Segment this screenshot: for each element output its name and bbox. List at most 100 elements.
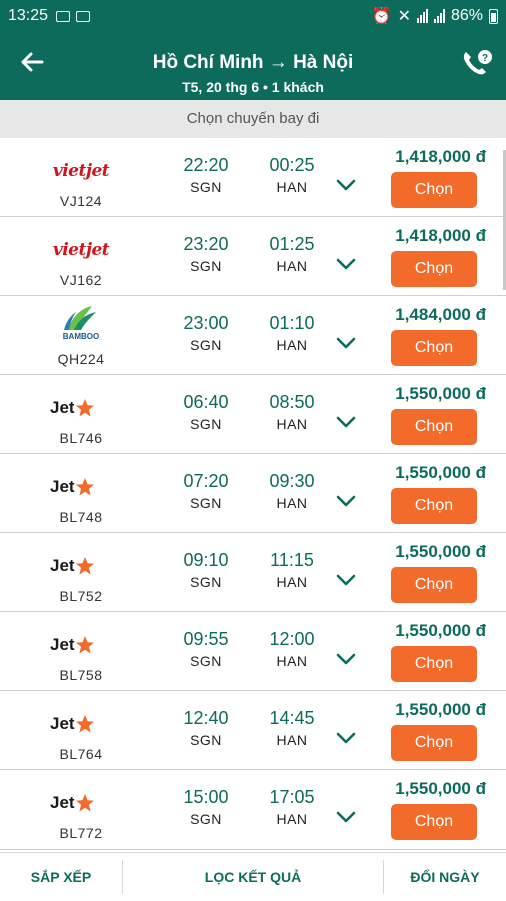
flight-row[interactable]: vietjet VJ124 22:20 SGN 00:25 HAN 1,418,000 đ C… <box>0 138 506 217</box>
filter-button[interactable]: LỌC KẾT QUẢ <box>122 860 384 894</box>
chevron-down-icon[interactable] <box>333 808 359 826</box>
jetstar-logo: Jet <box>50 551 112 581</box>
departure-airport: SGN <box>190 495 222 511</box>
jetstar-logo: Jet <box>50 393 112 423</box>
flight-row[interactable]: Jet BL758 09:55 SGN 12:00 HAN 1,550,000 đ Chọn <box>0 612 506 691</box>
flight-row[interactable]: Jet BL752 09:10 SGN 11:15 HAN 1,550,000 đ Chọn <box>0 533 506 612</box>
flight-row[interactable]: vietjet VJ162 23:20 SGN 01:25 HAN 1,418,000 đ C… <box>0 217 506 296</box>
ticket-price: 1,484,000 đ <box>395 305 486 324</box>
departure-airport: SGN <box>190 574 222 590</box>
arrival-time: 00:25 <box>269 155 315 175</box>
departure-airport: SGN <box>190 732 222 748</box>
choose-flight-button[interactable]: Chọn <box>391 251 477 287</box>
flight-code: VJ124 <box>59 193 103 209</box>
ticket-price: 1,550,000 đ <box>395 542 486 561</box>
departure-airport: SGN <box>190 653 222 669</box>
status-time: 13:25 <box>8 7 49 24</box>
ticket-price: 1,550,000 đ <box>395 779 486 798</box>
alarm-icon: ⏰ <box>371 8 392 25</box>
chevron-down-icon[interactable] <box>333 413 359 431</box>
arrival-airport: HAN <box>276 179 308 195</box>
notification-icon <box>56 10 71 22</box>
arrival-time: 14:45 <box>269 708 315 728</box>
departure-airport: SGN <box>190 416 222 432</box>
chevron-down-icon[interactable] <box>333 334 359 352</box>
departure-airport: SGN <box>190 337 222 353</box>
choose-flight-button[interactable]: Chọn <box>391 804 477 840</box>
change-date-button[interactable]: ĐỔI NGÀY <box>384 869 506 885</box>
ticket-price: 1,550,000 đ <box>395 700 486 719</box>
choose-flight-button[interactable]: Chọn <box>391 567 477 603</box>
flight-code: QH224 <box>57 351 105 367</box>
departure-time: 09:55 <box>183 629 229 649</box>
ticket-price: 1,550,000 đ <box>395 463 486 482</box>
cell-signal-icon <box>433 9 445 23</box>
arrival-airport: HAN <box>276 732 308 748</box>
flight-row[interactable]: Jet BL748 07:20 SGN 09:30 HAN 1,550,000 đ Chọn <box>0 454 506 533</box>
battery-icon <box>489 8 498 24</box>
chevron-down-icon[interactable] <box>333 176 359 194</box>
star-icon <box>75 478 94 496</box>
departure-airport: SGN <box>190 811 222 827</box>
arrival-time: 01:25 <box>269 234 315 254</box>
departure-airport: SGN <box>190 258 222 274</box>
star-icon <box>75 794 94 812</box>
chevron-down-icon[interactable] <box>333 492 359 510</box>
arrival-time: 08:50 <box>269 392 315 412</box>
route-subtitle: T5, 20 thg 6 • 1 khách <box>182 79 324 95</box>
flight-code: BL746 <box>59 430 103 446</box>
ticket-price: 1,550,000 đ <box>395 621 486 640</box>
departure-time: 09:10 <box>183 550 229 570</box>
arrival-airport: HAN <box>276 811 308 827</box>
route-title: Hồ Chí Minh → Hà Nội <box>152 52 354 73</box>
arrival-time: 17:05 <box>269 787 315 807</box>
phone-support-icon[interactable]: ? <box>460 48 494 78</box>
bottom-action-bar: SẮP XẾP LỌC KẾT QUẢ ĐỔI NGÀY <box>0 852 506 901</box>
flight-list: vietjet VJ124 22:20 SGN 00:25 HAN 1,418,000 đ C… <box>0 138 506 850</box>
departure-time: 22:20 <box>183 155 229 175</box>
choose-flight-button[interactable]: Chọn <box>391 409 477 445</box>
departure-time: 15:00 <box>183 787 229 807</box>
image-icon <box>76 10 91 22</box>
arrival-time: 11:15 <box>270 550 314 570</box>
flight-row[interactable]: BAMBOO QH224 23:00 SGN 01:10 HAN 1,484,000 đ Ch… <box>0 296 506 375</box>
departure-time: 07:20 <box>183 471 229 491</box>
arrival-time: 12:00 <box>269 629 315 649</box>
flight-row[interactable]: Jet BL764 12:40 SGN 14:45 HAN 1,550,000 đ Chọn <box>0 691 506 770</box>
choose-flight-button[interactable]: Chọn <box>391 330 477 366</box>
star-icon <box>75 715 94 733</box>
chevron-down-icon[interactable] <box>333 650 359 668</box>
departure-time: 23:00 <box>183 313 229 333</box>
choose-flight-button[interactable]: Chọn <box>391 488 477 524</box>
ticket-price: 1,418,000 đ <box>395 226 486 245</box>
chevron-down-icon[interactable] <box>333 729 359 747</box>
choose-flight-button[interactable]: Chọn <box>391 172 477 208</box>
arrival-airport: HAN <box>276 495 308 511</box>
flight-row[interactable]: Jet BL746 06:40 SGN 08:50 HAN 1,550,000 đ Chọn <box>0 375 506 454</box>
choose-flight-button[interactable]: Chọn <box>391 646 477 682</box>
sort-button[interactable]: SẮP XẾP <box>0 869 122 885</box>
arrival-airport: HAN <box>276 416 308 432</box>
arrival-airport: HAN <box>276 574 308 590</box>
jetstar-logo: Jet <box>50 472 112 502</box>
star-icon <box>75 399 94 417</box>
flight-code: BL758 <box>59 667 103 683</box>
departure-time: 06:40 <box>183 392 229 412</box>
chevron-down-icon[interactable] <box>333 571 359 589</box>
star-icon <box>75 636 94 654</box>
section-subheader: Chọn chuyến bay đi <box>0 100 506 138</box>
svg-text:BAMBOO: BAMBOO <box>63 332 99 341</box>
choose-flight-button[interactable]: Chọn <box>391 725 477 761</box>
wifi-signal-icon <box>416 9 428 23</box>
departure-airport: SGN <box>190 179 222 195</box>
chevron-down-icon[interactable] <box>333 255 359 273</box>
arrival-airport: HAN <box>276 337 308 353</box>
ticket-price: 1,550,000 đ <box>395 384 486 403</box>
flight-code: VJ162 <box>59 272 103 288</box>
bamboo-airways-logo: BAMBOO <box>63 306 99 341</box>
vietjet-logo: vietjet <box>52 161 110 181</box>
flight-row[interactable]: Jet BL772 15:00 SGN 17:05 HAN 1,550,000 đ Chọn <box>0 770 506 850</box>
arrival-airport: HAN <box>276 653 308 669</box>
star-icon <box>75 557 94 575</box>
battery-percent: 86% <box>450 7 483 24</box>
